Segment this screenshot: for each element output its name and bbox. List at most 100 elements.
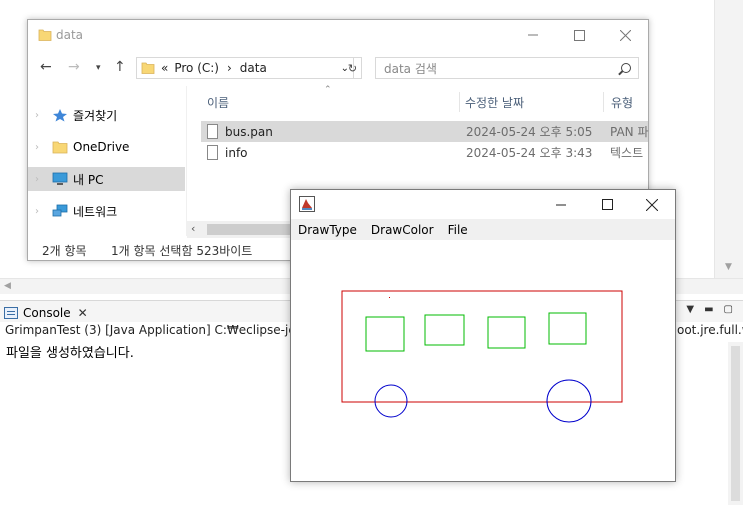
maximize-icon[interactable]: ▢	[724, 304, 733, 315]
file-name: bus.pan	[225, 124, 273, 139]
bus-window-rect	[424, 314, 465, 346]
column-header-type[interactable]: 유형	[611, 94, 633, 111]
column-separator[interactable]	[459, 92, 460, 112]
file-modified: 2024-05-24 오후 3:43	[466, 146, 593, 160]
bus-wheel-circle	[374, 384, 408, 418]
file-row[interactable]: info 2024-05-24 오후 3:43 텍스트	[201, 142, 648, 163]
close-icon	[619, 29, 631, 41]
bus-window-rect	[487, 316, 526, 349]
file-modified: 2024-05-24 오후 5:05	[466, 125, 593, 139]
minimize-button[interactable]	[510, 20, 556, 50]
file-type: PAN 파	[610, 125, 649, 139]
bus-window-rect	[548, 312, 587, 345]
console-launch-description: GrimpanTest (3) [Java Application] C:₩ec…	[5, 323, 323, 337]
scroll-left-icon[interactable]: ◀	[4, 281, 11, 291]
chevron-right-icon[interactable]: ›	[35, 206, 39, 217]
close-icon	[646, 198, 658, 211]
editor-vertical-scrollbar[interactable]: ▼	[714, 0, 743, 278]
console-tab[interactable]: Console ✕	[4, 303, 88, 323]
status-item-count: 2개 항목	[42, 244, 87, 258]
java-icon	[299, 196, 315, 212]
stray-dot	[389, 297, 390, 298]
nav-item-onedrive[interactable]: › OneDrive	[28, 135, 184, 159]
column-header-modified[interactable]: 수정한 날짜	[465, 94, 524, 111]
menu-drawcolor[interactable]: DrawColor	[371, 223, 434, 237]
nav-item-label: OneDrive	[73, 140, 130, 154]
address-input[interactable]: « Pro (C:) › data ⌄	[136, 57, 354, 79]
maximize-button[interactable]	[584, 190, 630, 219]
explorer-address-bar: ← → ▾ ↑ « Pro (C:) › data ⌄ ↻ data 검색	[28, 53, 648, 83]
drawing-app-menubar: DrawType DrawColor File	[291, 219, 675, 240]
close-button[interactable]	[602, 20, 648, 50]
forward-arrow-icon[interactable]: →	[68, 59, 80, 75]
search-icon[interactable]	[621, 63, 631, 73]
address-separator: ›	[226, 61, 232, 75]
file-name: info	[225, 145, 248, 160]
folder-icon	[141, 62, 155, 74]
search-placeholder: data 검색	[384, 61, 437, 76]
folder-icon	[38, 29, 52, 41]
column-header-name[interactable]: 이름	[207, 94, 229, 111]
console-output: 파일을 생성하였습니다.	[6, 346, 134, 361]
refresh-icon: ↻	[347, 61, 358, 75]
up-arrow-icon[interactable]: ↑	[114, 59, 126, 75]
console-view-controls: ▼ ▬ ▢	[686, 304, 733, 315]
chevron-right-icon[interactable]: ›	[35, 110, 39, 121]
bus-wheel-ellipse	[546, 379, 592, 423]
file-row[interactable]: bus.pan 2024-05-24 오후 5:05 PAN 파	[201, 121, 649, 142]
computer-icon	[52, 172, 68, 185]
nav-item-label: 네트워크	[73, 204, 118, 219]
view-menu-icon[interactable]: ▼	[686, 304, 694, 315]
status-selection: 1개 항목 선택함 523바이트	[111, 244, 253, 258]
minimize-button[interactable]	[538, 190, 584, 219]
nav-item-network[interactable]: › 네트워크	[28, 199, 184, 223]
navigation-pane: › 즐겨찾기 › OneDrive › 내 PC › 네트워크	[28, 86, 186, 236]
console-tab-label: Console	[23, 306, 71, 320]
nav-item-favorites[interactable]: › 즐겨찾기	[28, 103, 184, 127]
console-vertical-scrollbar[interactable]	[728, 342, 743, 505]
text-file-icon	[207, 145, 218, 160]
network-icon	[52, 204, 68, 217]
canvas-drawing[interactable]	[291, 240, 675, 481]
minimize-icon	[556, 204, 566, 205]
window-title: data	[56, 28, 84, 42]
address-drive[interactable]: Pro (C:)	[174, 61, 219, 75]
maximize-icon	[601, 199, 613, 210]
nav-item-label: 내 PC	[73, 172, 104, 187]
back-arrow-icon[interactable]: ←	[40, 59, 52, 75]
nav-item-this-pc[interactable]: › 내 PC	[28, 167, 185, 191]
file-type: 텍스트	[610, 146, 644, 160]
column-separator[interactable]	[603, 92, 604, 112]
scroll-down-icon[interactable]: ▼	[725, 262, 732, 272]
scrollbar-thumb[interactable]	[731, 346, 740, 501]
minimize-icon	[528, 34, 538, 36]
address-prefix[interactable]: «	[161, 61, 168, 75]
folder-icon	[52, 141, 68, 154]
refresh-button[interactable]: ↻	[344, 57, 362, 79]
bus-window-rect	[365, 316, 405, 352]
nav-item-label: 즐겨찾기	[73, 108, 118, 123]
menu-drawtype[interactable]: DrawType	[298, 223, 357, 237]
maximize-icon	[573, 29, 585, 41]
recent-locations-chevron-icon[interactable]: ▾	[96, 63, 101, 73]
drawing-canvas[interactable]	[291, 240, 675, 481]
file-icon	[207, 124, 218, 139]
scroll-left-icon[interactable]: ‹	[191, 222, 195, 235]
chevron-right-icon[interactable]: ›	[35, 142, 39, 153]
drawing-app-titlebar[interactable]	[291, 190, 675, 219]
address-folder[interactable]: data	[240, 61, 267, 75]
sort-up-icon: ⌃	[324, 85, 332, 95]
minimize-icon[interactable]: ▬	[704, 304, 713, 315]
bus-body-rect	[341, 290, 623, 403]
search-input[interactable]: data 검색	[375, 57, 639, 79]
explorer-titlebar[interactable]: data	[28, 20, 648, 52]
drawing-app-window: DrawType DrawColor File	[290, 189, 676, 482]
maximize-button[interactable]	[556, 20, 602, 50]
close-icon[interactable]: ✕	[78, 306, 88, 320]
chevron-right-icon[interactable]: ›	[35, 174, 39, 185]
close-button[interactable]	[629, 190, 675, 219]
menu-file[interactable]: File	[448, 223, 468, 237]
console-launch-description-tail: oot.jre.full.wi	[677, 323, 743, 337]
star-icon	[53, 109, 67, 122]
console-icon	[4, 307, 18, 319]
